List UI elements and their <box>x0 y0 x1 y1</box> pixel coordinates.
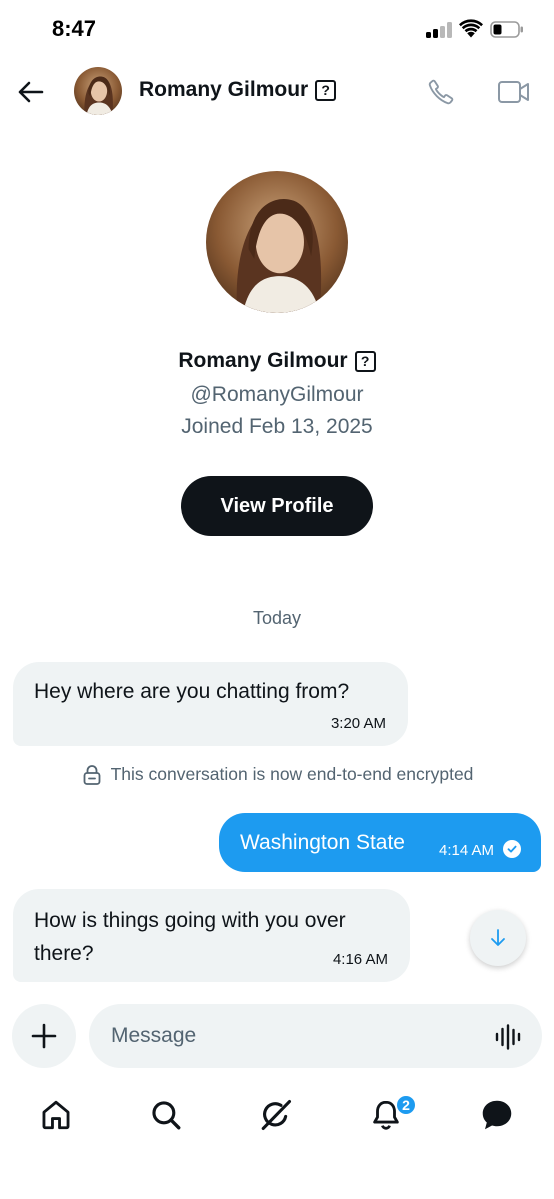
message-bubble-incoming[interactable]: How is things going with you over there?… <box>13 889 410 982</box>
arrow-down-icon <box>491 929 505 946</box>
header-title[interactable]: Romany Gilmour ? <box>139 78 337 102</box>
profile-name-text: Romany Gilmour <box>178 349 348 372</box>
nav-messages[interactable] <box>477 1095 517 1135</box>
message-text: Hey where are you chatting from? <box>34 680 350 703</box>
plus-icon <box>31 1023 57 1049</box>
message-bubble-incoming[interactable]: Hey where are you chatting from? 3:20 AM <box>13 662 408 746</box>
unverified-badge-icon: ? <box>354 350 376 372</box>
message-composer <box>89 1004 542 1068</box>
profile-joined-date: Joined Feb 13, 2025 <box>181 415 373 438</box>
status-bar: 8:47 <box>0 0 554 60</box>
nav-grok[interactable] <box>256 1095 296 1135</box>
read-receipt-icon <box>503 840 521 858</box>
nav-home[interactable] <box>36 1095 76 1135</box>
battery-icon <box>490 21 523 38</box>
encryption-notice-text: This conversation is now end-to-end encr… <box>110 764 474 784</box>
grok-icon <box>261 1099 292 1131</box>
video-call-button[interactable] <box>494 74 534 110</box>
audio-waveform-icon <box>495 1024 521 1050</box>
conversation-header: Romany Gilmour ? <box>0 60 554 124</box>
message-bubble-outgoing[interactable]: Washington State 4:14 AM <box>219 813 541 872</box>
status-time: 8:47 <box>52 16 97 41</box>
profile-handle: @RomanyGilmour <box>190 383 364 406</box>
view-profile-button[interactable]: View Profile <box>181 476 373 536</box>
messages-icon <box>482 1100 512 1130</box>
back-button[interactable] <box>12 74 48 110</box>
profile-avatar[interactable] <box>206 171 348 313</box>
header-name-text: Romany Gilmour <box>139 78 309 101</box>
encryption-notice: This conversation is now end-to-end encr… <box>0 764 554 785</box>
wifi-icon <box>459 19 483 38</box>
scroll-to-bottom-button[interactable] <box>470 910 526 966</box>
profile-name: Romany Gilmour ? <box>0 349 554 373</box>
lock-icon <box>83 764 100 785</box>
date-separator: Today <box>252 608 302 628</box>
search-icon <box>152 1101 181 1130</box>
message-time: 4:16 AM <box>332 951 388 968</box>
video-camera-icon <box>498 81 529 103</box>
message-input[interactable] <box>111 1016 471 1056</box>
bottom-navigation: 2 <box>0 1080 554 1152</box>
voice-call-button[interactable] <box>423 74 459 110</box>
profile-avatar-image <box>206 171 348 313</box>
avatar[interactable] <box>74 67 122 115</box>
voice-message-button[interactable] <box>493 1021 525 1053</box>
phone-icon <box>428 79 454 105</box>
nav-search[interactable] <box>146 1095 186 1135</box>
arrow-left-icon <box>18 81 44 103</box>
message-text: Washington State <box>240 831 405 854</box>
notification-count-badge: 2 <box>395 1094 417 1116</box>
message-time: 4:14 AM <box>439 842 495 859</box>
home-icon <box>42 1100 70 1130</box>
cellular-signal-icon <box>426 22 454 38</box>
unverified-badge-icon: ? <box>315 79 337 101</box>
add-attachment-button[interactable] <box>12 1004 76 1068</box>
avatar-image <box>74 67 122 115</box>
message-time: 3:20 AM <box>330 715 386 732</box>
